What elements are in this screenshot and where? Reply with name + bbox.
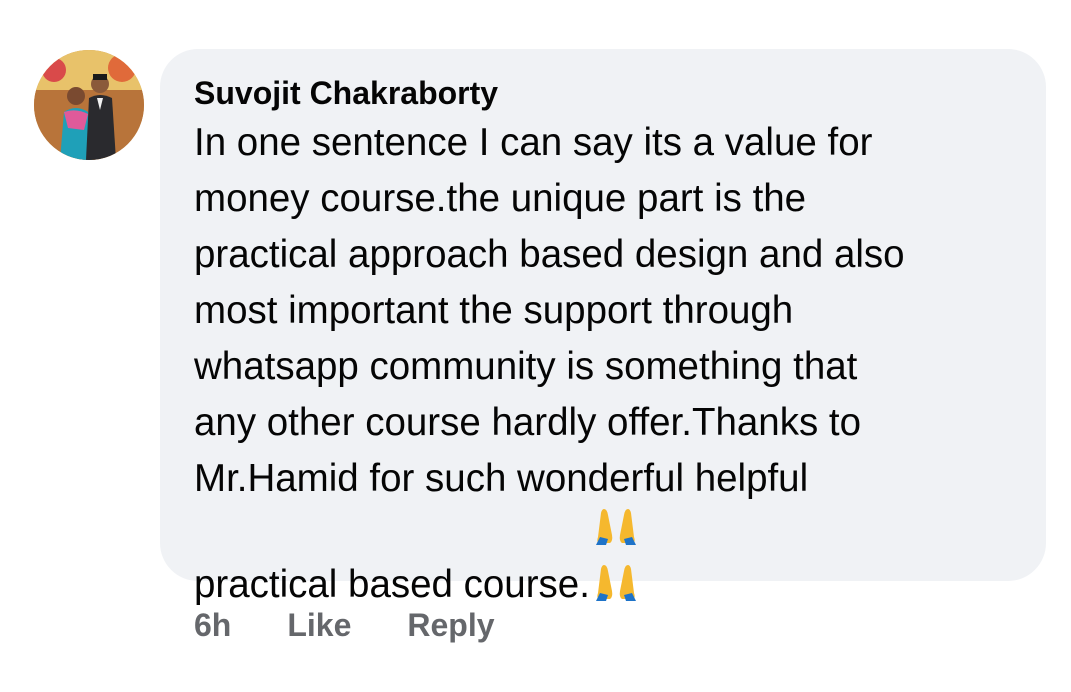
comment-author[interactable]: Suvojit Chakraborty xyxy=(194,73,1016,113)
comment-actions: 6h Like Reply xyxy=(194,602,495,648)
folded-hands-icon xyxy=(592,507,642,601)
comment-text: In one sentence I can say its a value fo… xyxy=(194,115,1016,613)
comment-body: In one sentence I can say its a value fo… xyxy=(194,121,905,606)
like-button[interactable]: Like xyxy=(287,607,351,644)
profile-photo xyxy=(34,50,144,160)
comment-timestamp[interactable]: 6h xyxy=(194,607,231,644)
reply-button[interactable]: Reply xyxy=(407,607,494,644)
comment-bubble: Suvojit Chakraborty In one sentence I ca… xyxy=(160,49,1046,606)
avatar[interactable] xyxy=(34,50,144,160)
